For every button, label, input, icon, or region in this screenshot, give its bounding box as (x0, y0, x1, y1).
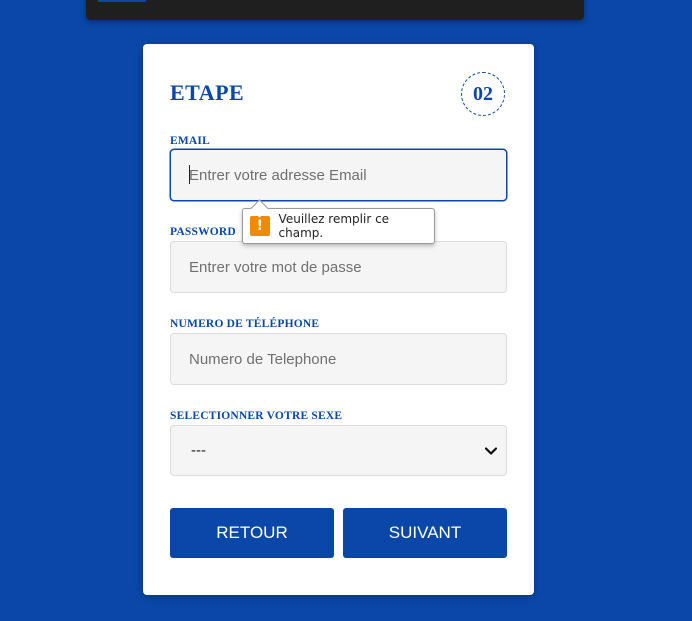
header-accent (98, 0, 146, 2)
text-caret (189, 165, 190, 184)
warning-icon: ! (250, 216, 270, 236)
next-button[interactable]: SUIVANT (343, 508, 507, 558)
header-bar (86, 0, 584, 20)
validation-tooltip: ! Veuillez remplir ce champ. (242, 199, 435, 244)
gender-select[interactable]: --- (170, 425, 507, 476)
page: ETAPE 02 EMAIL PASSWORD NUMERO DE TÉLÉPH… (0, 0, 692, 621)
phone-label: NUMERO DE TÉLÉPHONE (170, 318, 320, 330)
back-button[interactable]: RETOUR (170, 508, 334, 558)
form-card: ETAPE 02 EMAIL PASSWORD NUMERO DE TÉLÉPH… (143, 44, 534, 595)
chevron-down-icon (484, 444, 498, 458)
gender-select-value: --- (191, 442, 206, 459)
form-title: ETAPE (170, 80, 245, 105)
password-label: PASSWORD (170, 226, 236, 238)
tooltip-message: Veuillez remplir ce champ. (278, 212, 390, 240)
gender-label: SELECTIONNER VOTRE SEXE (170, 410, 343, 422)
phone-field[interactable] (170, 333, 507, 385)
email-label: EMAIL (170, 135, 210, 147)
email-field[interactable] (170, 149, 507, 201)
step-badge: 02 (461, 72, 505, 116)
password-field[interactable] (170, 241, 507, 293)
